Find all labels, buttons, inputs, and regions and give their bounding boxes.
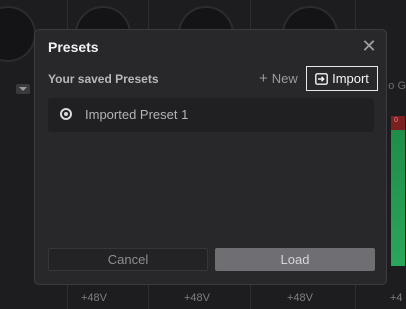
preset-name: Imported Preset 1 xyxy=(85,107,189,122)
plus-icon: + xyxy=(259,70,268,87)
import-button[interactable]: Import xyxy=(306,66,378,91)
import-icon xyxy=(315,72,328,85)
saved-presets-label: Your saved Presets xyxy=(48,72,159,86)
gain-knob[interactable] xyxy=(0,6,36,62)
preset-radio[interactable] xyxy=(60,108,72,120)
phantom-power-button[interactable]: +48V xyxy=(81,292,107,304)
new-preset-button[interactable]: + New xyxy=(259,70,298,87)
dialog-title: Presets xyxy=(48,39,99,55)
presets-dialog: Presets ✕ Your saved Presets + New Import… xyxy=(34,29,387,285)
new-preset-label: New xyxy=(271,71,298,86)
level-meter xyxy=(391,118,405,266)
phantom-power-button[interactable]: +48V xyxy=(184,292,210,304)
import-label: Import xyxy=(332,71,369,86)
meter-clip-label: 0 xyxy=(394,117,398,124)
preset-list-item[interactable]: Imported Preset 1 xyxy=(48,98,374,132)
channel-dropdown[interactable] xyxy=(16,84,30,94)
phantom-power-button[interactable]: +4 xyxy=(390,292,403,304)
load-button[interactable]: Load xyxy=(215,248,375,271)
close-icon[interactable]: ✕ xyxy=(361,37,377,55)
cancel-button[interactable]: Cancel xyxy=(48,248,208,271)
edge-text: o G xyxy=(388,80,406,92)
meter-clip-indicator: 0 xyxy=(391,116,405,130)
phantom-power-button[interactable]: +48V xyxy=(287,292,313,304)
